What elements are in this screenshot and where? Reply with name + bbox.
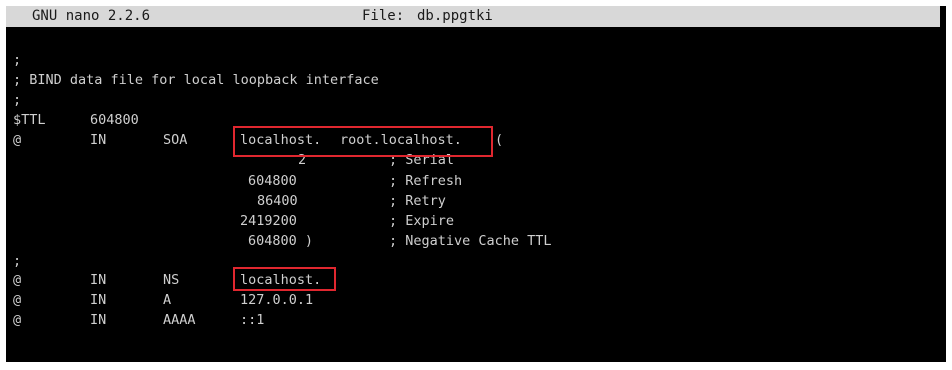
nano-title-bar: GNU nano 2.2.6 File: db.ppgtki	[6, 6, 940, 27]
ttl-line: $TTL 604800	[6, 110, 940, 130]
retry-comment: ; Retry	[389, 193, 446, 209]
buffer-line: ;	[6, 50, 940, 70]
record-name: @	[13, 132, 22, 148]
record-type: SOA	[163, 132, 188, 148]
a-value: 127.0.0.1	[240, 292, 314, 308]
comment-header: ; BIND data file for local loopback inte…	[13, 72, 379, 88]
buffer-line: ;	[6, 90, 940, 110]
ttl-value: 604800	[90, 112, 139, 128]
soa-serial-line: 2 ; Serial	[6, 150, 940, 170]
comment-marker: ;	[13, 92, 22, 108]
retry-value: 86400	[257, 193, 298, 209]
soa-retry-line: 86400 ; Retry	[6, 191, 940, 211]
soa-negative-ttl-line: 604800 ) ; Negative Cache TTL	[6, 231, 940, 251]
record-name: @	[13, 272, 22, 288]
record-class: IN	[90, 292, 107, 308]
aaaa-record-line: @ IN AAAA ::1	[6, 310, 940, 330]
record-class: IN	[90, 312, 107, 328]
a-record-line: @ IN A 127.0.0.1	[6, 290, 940, 310]
refresh-comment: ; Refresh	[389, 173, 463, 189]
soa-admin-email: root.localhost.	[340, 132, 462, 148]
aaaa-value: ::1	[240, 312, 265, 328]
record-type: NS	[163, 272, 180, 288]
soa-refresh-line: 604800 ; Refresh	[6, 171, 940, 191]
app-version: GNU nano 2.2.6	[32, 8, 151, 24]
expire-comment: ; Expire	[389, 213, 455, 229]
soa-expire-line: 2419200 ; Expire	[6, 211, 940, 231]
record-name: @	[13, 312, 22, 328]
expire-value: 2419200	[240, 213, 297, 229]
comment-marker: ;	[13, 253, 22, 269]
record-type: AAAA	[163, 312, 196, 328]
negative-ttl-comment: ; Negative Cache TTL	[389, 233, 552, 249]
file-label: File:	[362, 8, 405, 24]
negative-ttl-value: 604800 )	[248, 233, 314, 249]
comment-marker: ;	[13, 52, 22, 68]
soa-record-line: @ IN SOA localhost. root.localhost. (	[6, 130, 940, 150]
file-name: db.ppgtki	[417, 8, 493, 24]
soa-open-paren: (	[495, 132, 504, 148]
terminal-window[interactable]: GNU nano 2.2.6 File: db.ppgtki ; ; BIND …	[6, 6, 946, 362]
record-class: IN	[90, 272, 107, 288]
record-class: IN	[90, 132, 107, 148]
refresh-value: 604800	[248, 173, 297, 189]
record-name: @	[13, 292, 22, 308]
ttl-directive: $TTL	[13, 112, 46, 128]
soa-primary-ns: localhost.	[240, 132, 322, 148]
buffer-line: ;	[6, 251, 940, 271]
ns-value: localhost.	[240, 272, 322, 288]
buffer-line: ; BIND data file for local loopback inte…	[6, 70, 940, 90]
record-type: A	[163, 292, 172, 308]
serial-value: 2	[298, 152, 307, 168]
serial-comment: ; Serial	[389, 152, 455, 168]
ns-record-line: @ IN NS localhost.	[6, 270, 940, 290]
